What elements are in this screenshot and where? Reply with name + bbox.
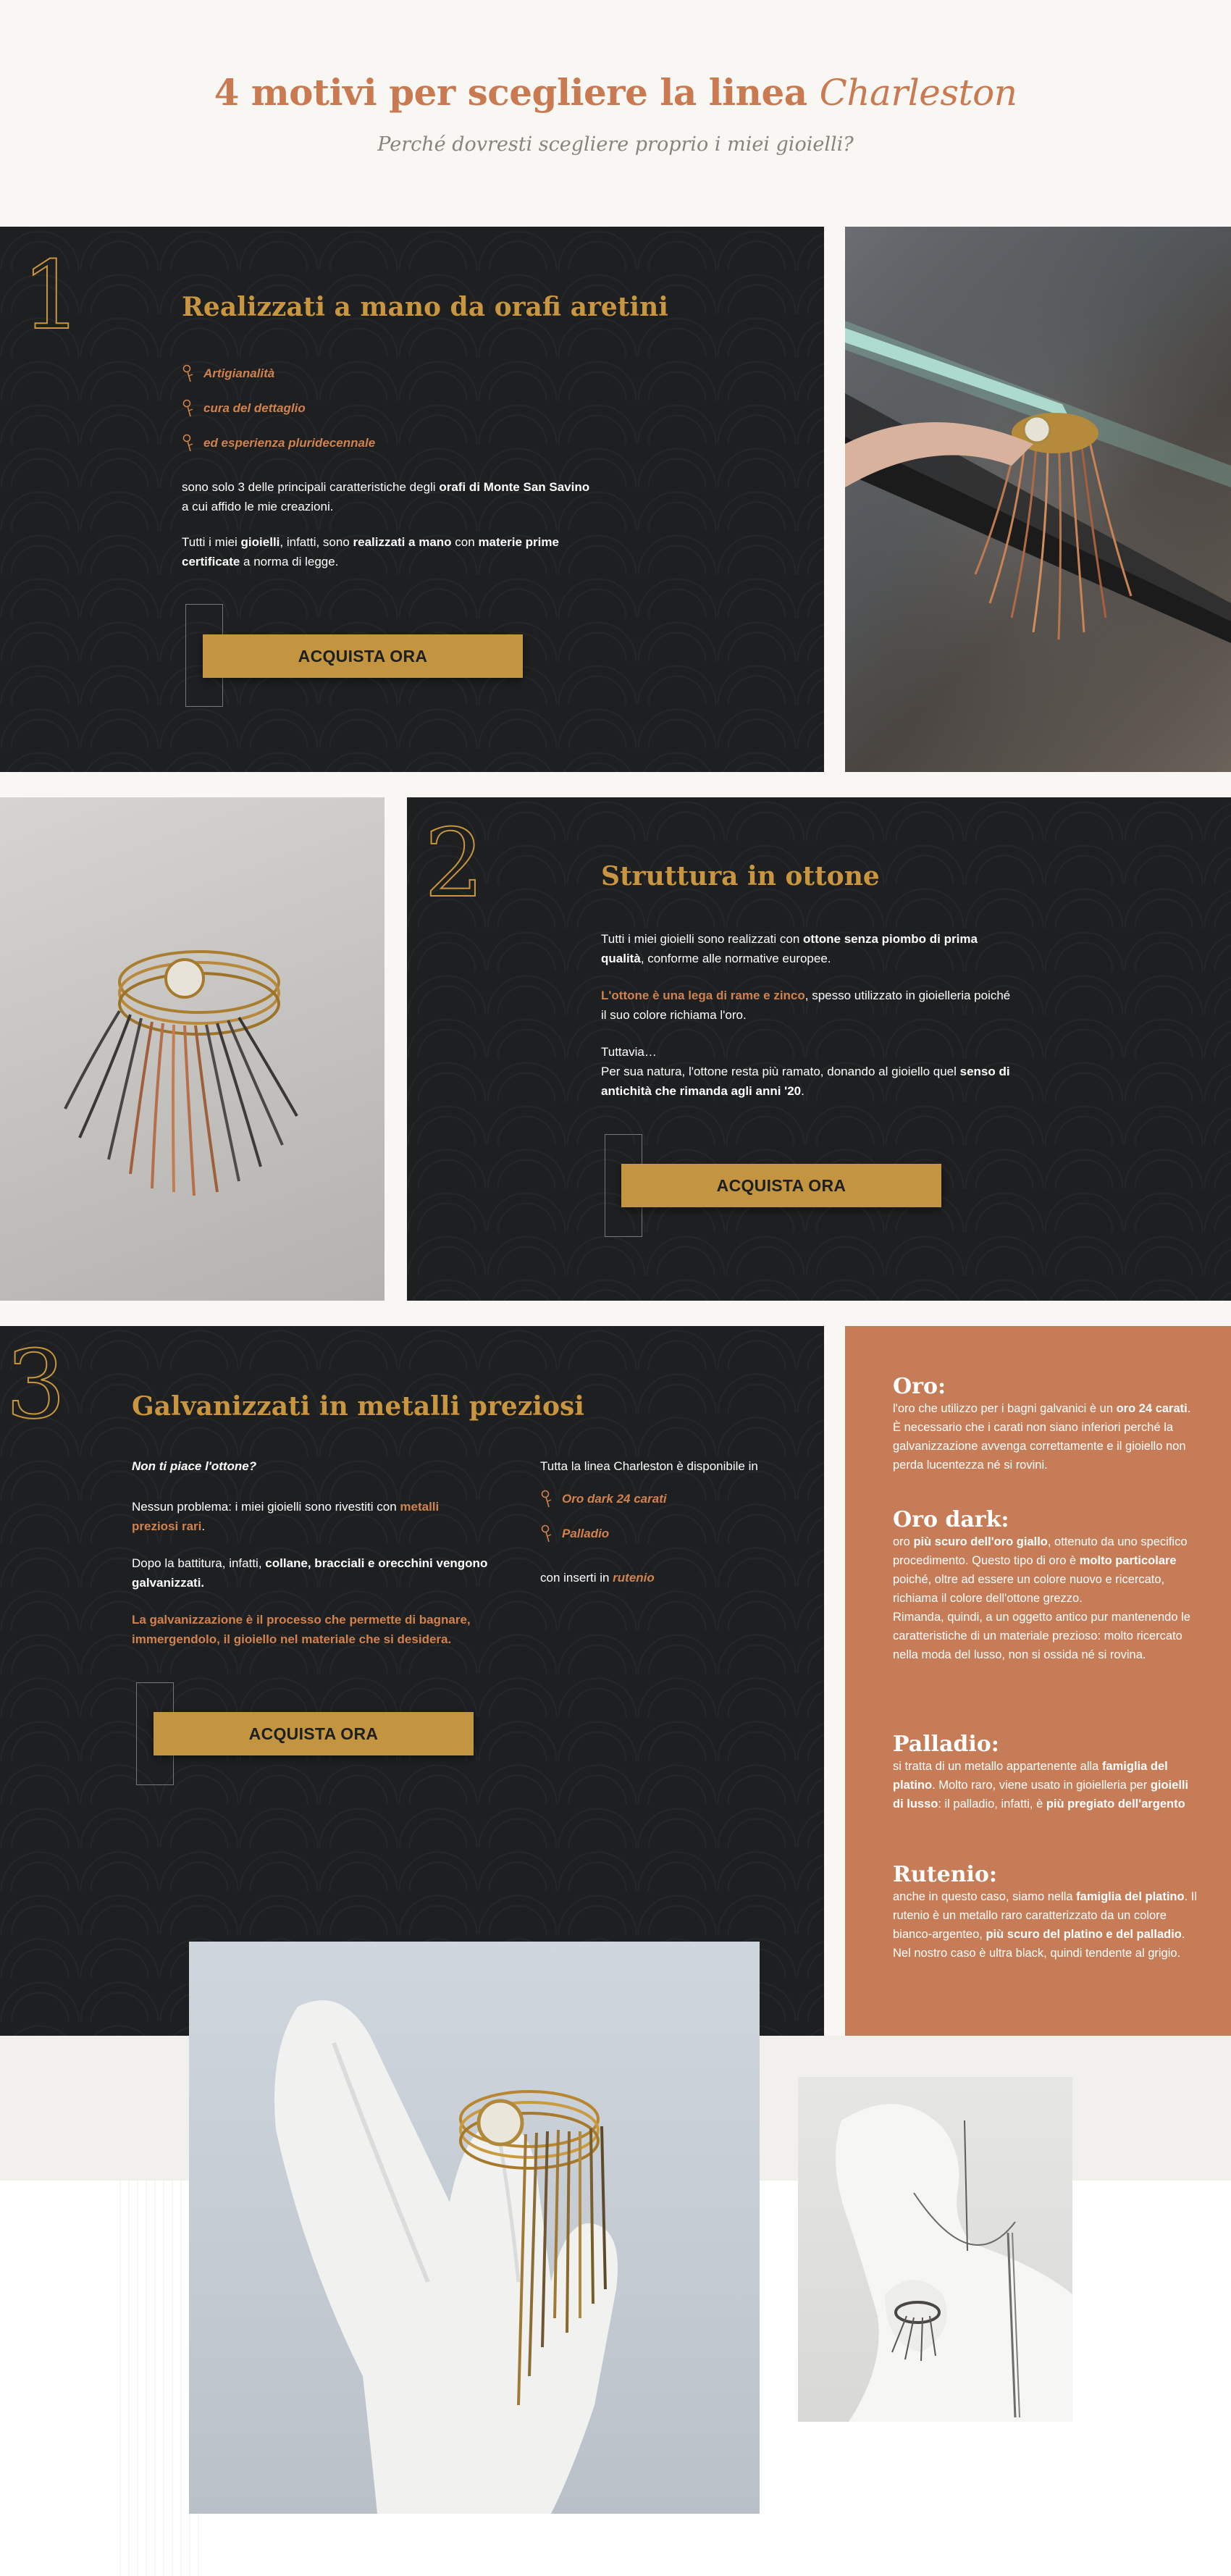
paragraph: Nessun problema: i miei gioielli sono ri… bbox=[132, 1500, 440, 1533]
metal-rutenio: Rutenio: anche in questo caso, siamo nel… bbox=[893, 1862, 1198, 1960]
buy-now-button[interactable]: ACQUISTA ORA bbox=[154, 1712, 474, 1755]
soldering-illustration bbox=[845, 227, 1231, 772]
metal-palladio: Palladio: si tratta di un metallo appart… bbox=[893, 1732, 1189, 1811]
metal-oro: Oro: l'oro che utilizzo per i bagni galv… bbox=[893, 1374, 1191, 1472]
photo-soldering bbox=[845, 227, 1231, 772]
paragraph: Dopo la battitura, infatti, collane, bra… bbox=[132, 1556, 488, 1590]
ring-illustration bbox=[64, 950, 298, 1196]
jewelry-tool-icon bbox=[540, 1490, 553, 1509]
available-in-text: Tutta la linea Charleston è disponibile … bbox=[540, 1459, 758, 1473]
feature-list: Artigianalità cura del dettaglio ed espe… bbox=[182, 364, 375, 453]
section-number: 2 bbox=[424, 808, 485, 918]
section-title: Realizzati a mano da orafi aretini bbox=[182, 292, 668, 322]
list-item: Artigianalità bbox=[182, 364, 375, 383]
question-text: Non ti piace l'ottone? bbox=[132, 1459, 257, 1473]
metals-panel: Oro: l'oro che utilizzo per i bagni galv… bbox=[845, 1326, 1231, 2036]
section-brass-structure: 2 Struttura in ottone Tutti i miei gioie… bbox=[407, 797, 1231, 1301]
section-galvanized: 3 Galvanizzati in metalli preziosi Non t… bbox=[0, 1326, 824, 2036]
page-subtitle: Perché dovresti scegliere proprio i miei… bbox=[377, 133, 854, 156]
inserts-text: con inserti in rutenio bbox=[540, 1571, 655, 1585]
section-number: 1 bbox=[21, 240, 83, 351]
photo-bust-with-jewelry bbox=[798, 2077, 1072, 2422]
jewelry-tool-icon bbox=[182, 399, 195, 418]
list-item: cura del dettaglio bbox=[182, 399, 375, 418]
ceramic-hand-illustration bbox=[274, 2000, 618, 2514]
paragraph: Tutti i miei gioielli, infatti, sono rea… bbox=[182, 535, 559, 569]
paragraph: Tutti i miei gioielli sono realizzati co… bbox=[601, 932, 978, 965]
list-item: ed esperienza pluridecennale bbox=[182, 434, 375, 453]
list-item: Oro dark 24 carati bbox=[540, 1490, 667, 1509]
jewelry-tool-icon bbox=[540, 1524, 553, 1543]
photo-ring-on-stone bbox=[0, 797, 385, 1301]
buy-now-button[interactable]: ACQUISTA ORA bbox=[621, 1164, 941, 1207]
paragraph: sono solo 3 delle principali caratterist… bbox=[182, 480, 590, 513]
jewelry-tool-icon bbox=[182, 434, 195, 453]
paragraph: Tuttavia… Per sua natura, l'ottone resta … bbox=[601, 1045, 1010, 1098]
section-number: 3 bbox=[5, 1330, 67, 1440]
page-title: 4 motivi per scegliere la linea Charlest… bbox=[214, 71, 1017, 114]
metal-oro-dark: Oro dark: oro più scuro dell'oro giallo,… bbox=[893, 1507, 1190, 1661]
paragraph-highlight: La galvanizzazione è il processo che per… bbox=[132, 1613, 471, 1646]
buy-now-button[interactable]: ACQUISTA ORA bbox=[203, 634, 523, 678]
section-title: Galvanizzati in metalli preziosi bbox=[132, 1391, 584, 1422]
paragraph: L'ottone è una lega di rame e zinco, spe… bbox=[601, 989, 1011, 1022]
section-title: Struttura in ottone bbox=[601, 861, 880, 891]
bust-illustration bbox=[836, 2104, 1072, 2422]
finish-list: Oro dark 24 carati Palladio bbox=[540, 1490, 667, 1543]
list-item: Palladio bbox=[540, 1524, 667, 1543]
jewelry-tool-icon bbox=[182, 364, 195, 383]
photo-ceramic-hand bbox=[189, 1942, 760, 2514]
section-handmade: 1 Realizzati a mano da orafi aretini Art… bbox=[0, 227, 824, 772]
